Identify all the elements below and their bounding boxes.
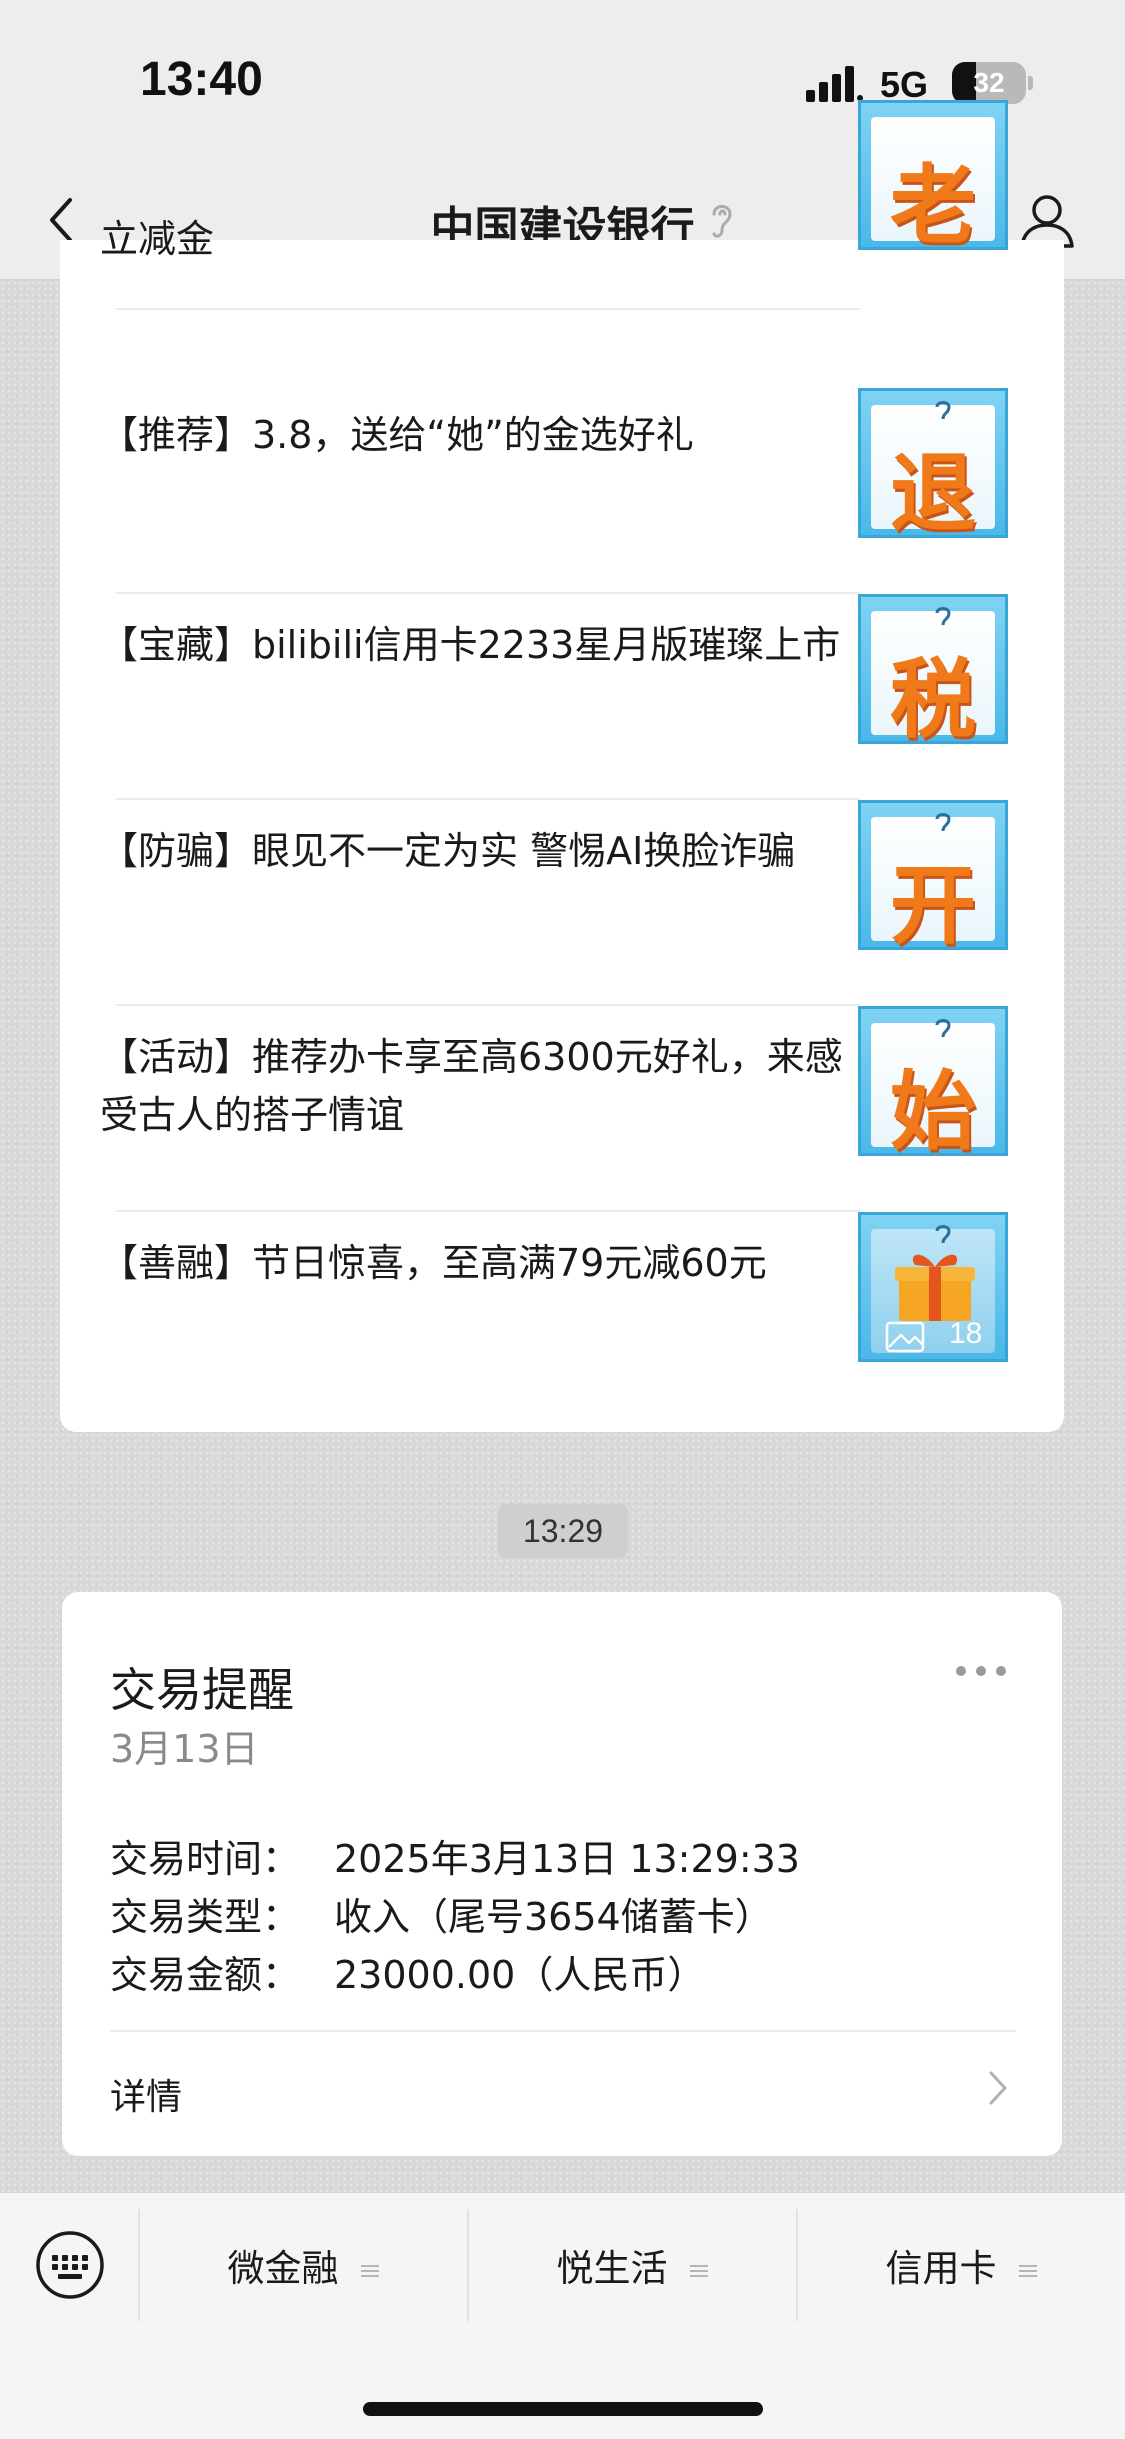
row-value: 收入（尾号3654储蓄卡） [334, 1895, 773, 1939]
row-label: 交易金额： [110, 1953, 301, 1997]
article-thumbnail: 18 [858, 1212, 1008, 1362]
hook-icon [935, 1019, 951, 1038]
battery-icon: 32 [952, 62, 1026, 104]
message-timestamp: 13:29 [498, 1504, 628, 1558]
thumbnail-character: 退 [890, 444, 976, 544]
article-thumbnail: 退 [858, 388, 1008, 544]
status-time: 13:40 [140, 53, 263, 106]
keyboard-icon[interactable] [34, 2229, 106, 2301]
article-title: 【宝藏】bilibili信用卡2233星月版璀璨上市 [100, 623, 841, 667]
article-item[interactable]: 立减金 老 [60, 100, 1064, 386]
transaction-type-row: 交易类型： 收入（尾号3654储蓄卡） [110, 1886, 773, 1941]
thumbnail-character: 税 [890, 650, 976, 750]
signal-icon [806, 66, 863, 102]
divider [110, 2030, 1016, 2032]
battery-percent: 32 [973, 67, 1005, 98]
menu-item-micro-finance[interactable]: 微金融 [140, 2239, 466, 2299]
article-thumbnail: 开 [858, 800, 1008, 956]
menu-list-icon [360, 2264, 379, 2277]
transaction-time-row: 交易时间： 2025年3月13日 13:29:33 [110, 1828, 800, 1883]
article-item[interactable]: 【推荐】3.8，送给“她”的金选好礼 退 [60, 388, 1064, 594]
article-title: 【推荐】3.8，送给“她”的金选好礼 [100, 413, 694, 457]
article-item[interactable]: 【活动】推荐办卡享至高6300元好礼，来感受古人的搭子情谊 始 [60, 1006, 1064, 1212]
article-title: 立减金 [100, 217, 215, 261]
battery-tip [1028, 76, 1033, 90]
menu-list-icon [1018, 2264, 1037, 2277]
article-title: 【活动】推荐办卡享至高6300元好礼，来感受古人的搭子情谊 [100, 1035, 843, 1137]
article-title: 【善融】节日惊喜，至高满79元减60元 [100, 1241, 767, 1285]
transaction-amount-row: 交易金额： 23000.00（人民币） [110, 1944, 705, 1999]
article-list-card: 立减金 老 【推荐】3.8，送给“她”的金选好礼 退 【宝藏】bilibili信… [60, 100, 1064, 1432]
hook-icon [935, 607, 951, 626]
image-icon [885, 1321, 925, 1353]
row-label: 交易类型： [110, 1895, 301, 1939]
thumbnail-character: 始 [890, 1062, 976, 1162]
gift-box-icon [895, 1254, 975, 1321]
article-thumbnail: 老 [858, 100, 1008, 256]
menu-list-icon [689, 2264, 708, 2277]
image-count: 18 [949, 1317, 983, 1350]
hook-icon [935, 401, 951, 420]
menu-item-life[interactable]: 悦生活 [469, 2239, 795, 2299]
home-indicator [363, 2402, 763, 2416]
menu-label: 微金融 [227, 2247, 339, 2290]
article-title: 【防骗】眼见不一定为实 警惕AI换脸诈骗 [100, 829, 796, 873]
article-thumbnail: 税 [858, 594, 1008, 750]
row-value: 2025年3月13日 13:29:33 [334, 1837, 800, 1881]
divider [116, 308, 860, 310]
row-label: 交易时间： [110, 1837, 301, 1881]
menu-item-credit-card[interactable]: 信用卡 [798, 2239, 1124, 2299]
more-options-icon[interactable] [954, 1664, 1008, 1678]
details-link[interactable]: 详情 [110, 2068, 182, 2120]
thumbnail-character: 老 [890, 156, 976, 256]
transaction-card[interactable]: 交易提醒 3月13日 交易时间： 2025年3月13日 13:29:33 交易类型… [62, 1592, 1062, 2156]
menu-label: 悦生活 [556, 2247, 668, 2290]
row-value: 23000.00（人民币） [334, 1953, 706, 1997]
chevron-right-icon[interactable] [986, 2068, 1010, 2108]
transaction-date: 3月13日 [110, 1727, 259, 1771]
hook-icon [935, 813, 951, 832]
article-item[interactable]: 【防骗】眼见不一定为实 警惕AI换脸诈骗 开 [60, 800, 1064, 1006]
article-thumbnail: 始 [858, 1006, 1008, 1162]
article-item[interactable]: 【善融】节日惊喜，至高满79元减60元 18 [60, 1212, 1064, 1418]
menu-label: 信用卡 [885, 2247, 997, 2290]
article-item[interactable]: 【宝藏】bilibili信用卡2233星月版璀璨上市 税 [60, 594, 1064, 800]
thumbnail-character: 开 [890, 856, 976, 956]
transaction-title: 交易提醒 [110, 1663, 294, 1717]
